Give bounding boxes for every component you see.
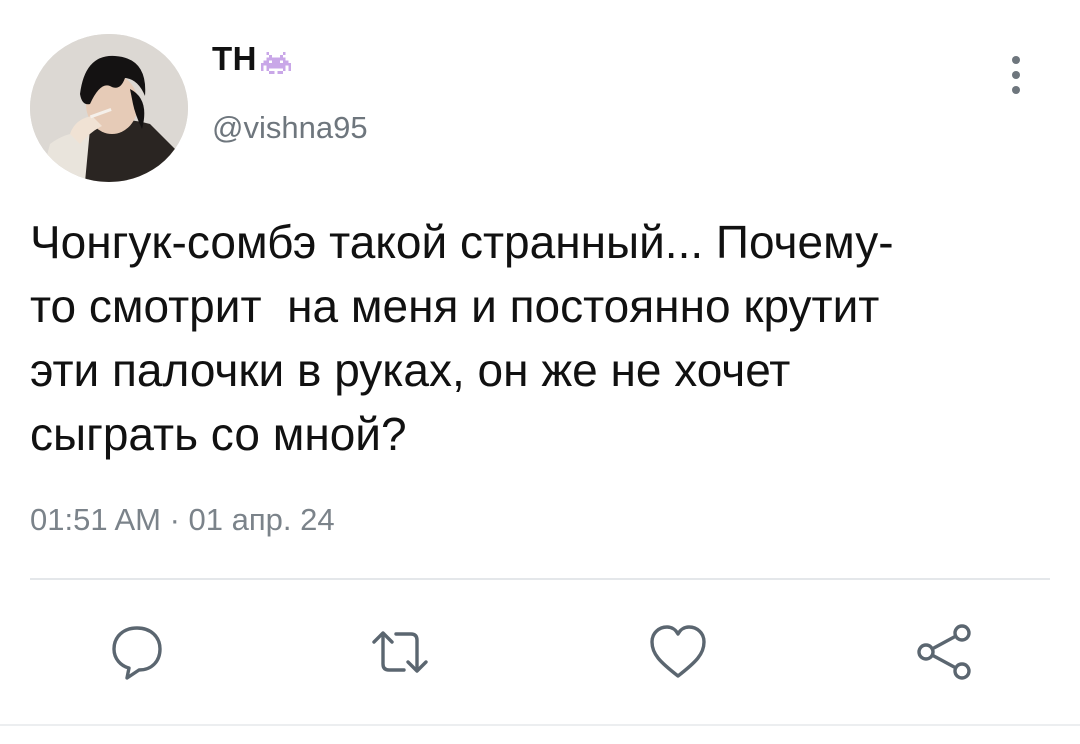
share-icon[interactable]	[912, 620, 976, 684]
more-options-icon[interactable]	[1004, 56, 1028, 100]
tweet-text: Чонгук-сомбэ такой странный... Почему- т…	[30, 216, 894, 460]
avatar[interactable]	[30, 34, 188, 182]
bottom-border	[0, 724, 1080, 726]
tweet-timestamp[interactable]: 01:51 AM · 01 апр. 24	[30, 502, 335, 538]
display-name-text: ТН	[212, 40, 257, 77]
retweet-icon[interactable]	[368, 620, 432, 684]
divider	[30, 578, 1050, 580]
user-handle[interactable]: @vishna95	[212, 110, 368, 146]
display-name[interactable]: ТН	[212, 40, 291, 78]
action-bar	[0, 620, 1080, 690]
space-invader-icon	[261, 46, 291, 74]
heart-icon[interactable]	[646, 620, 710, 684]
reply-icon[interactable]	[105, 620, 169, 684]
